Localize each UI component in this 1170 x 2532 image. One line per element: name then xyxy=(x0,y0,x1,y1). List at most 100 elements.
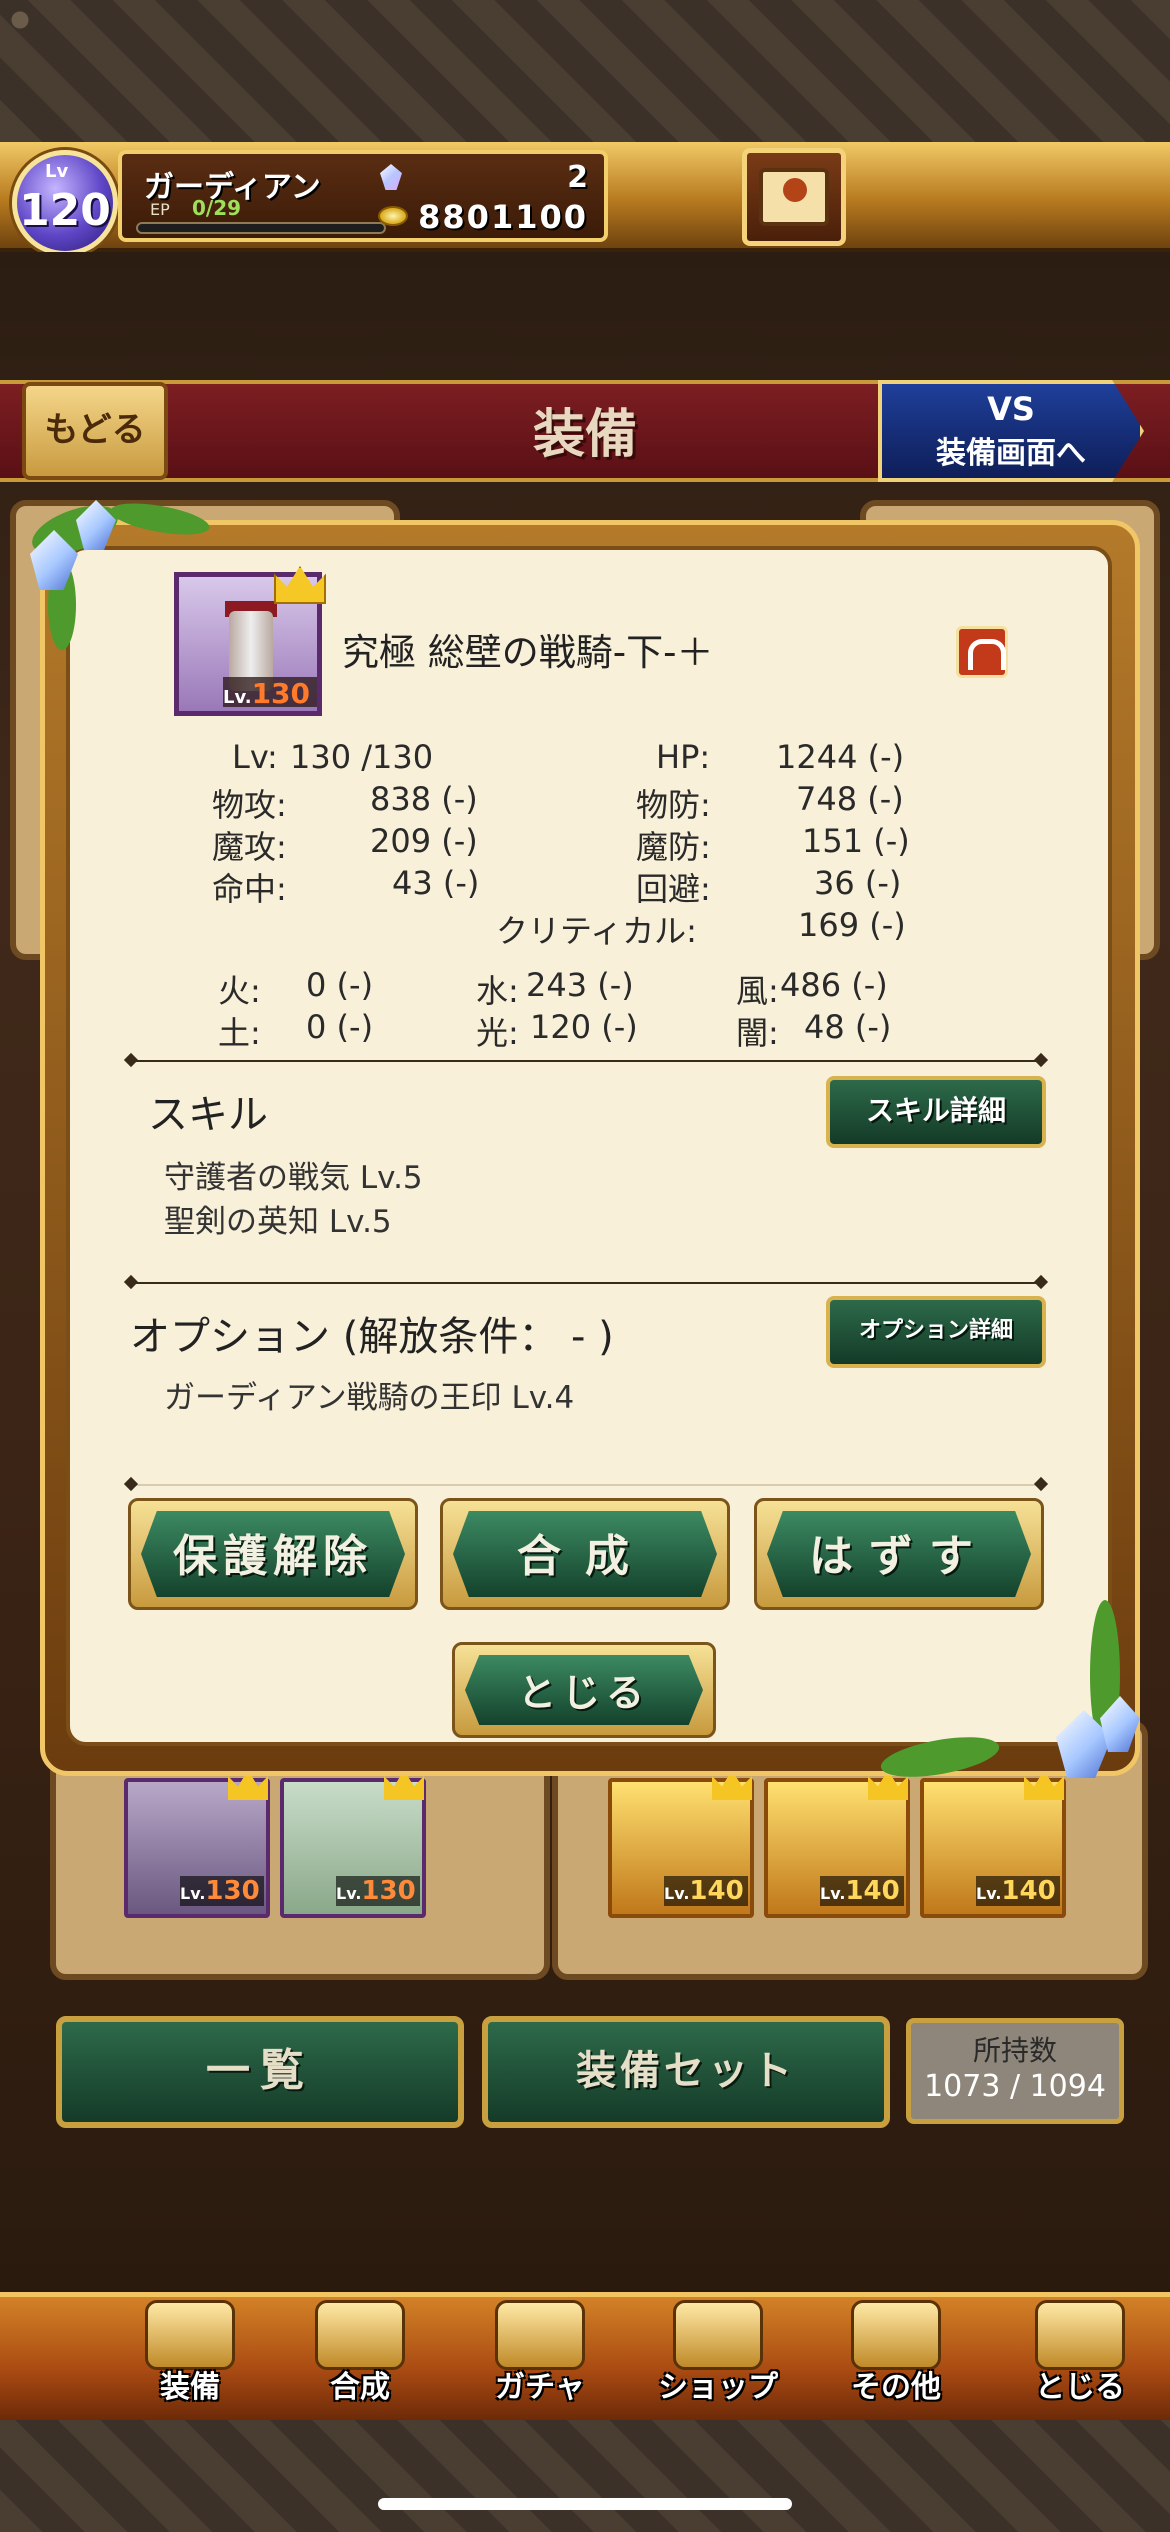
home-indicator[interactable] xyxy=(378,2498,792,2510)
card-level: Lv.140 xyxy=(820,1876,904,1906)
equipment-card[interactable]: Lv.140 xyxy=(608,1770,754,1918)
player-level: 120 xyxy=(19,185,111,236)
equipment-card[interactable]: Lv.140 xyxy=(764,1770,910,1918)
nav-shop[interactable]: ショップ xyxy=(628,2296,808,2420)
ep-label: EP xyxy=(150,200,170,219)
nav-synthesis[interactable]: 合成 xyxy=(270,2296,450,2420)
unprotect-button[interactable]: 保護解除 xyxy=(128,1498,418,1610)
element-water-value: 243 (-) xyxy=(526,966,634,1004)
stat-pdef-label: 物防: xyxy=(636,786,711,824)
synthesize-button[interactable]: 合成 xyxy=(440,1498,730,1610)
inventory-count: 所持数 1073 / 1094 xyxy=(906,2018,1124,2124)
skill-item: 守護者の戦気 Lv.5 xyxy=(164,1160,423,1196)
page-title: 装備 xyxy=(532,405,637,465)
item-level-value: 130 xyxy=(251,677,311,710)
stat-lv-value: 130 /130 xyxy=(290,738,434,776)
option-detail-button[interactable]: オプション詳細 xyxy=(826,1296,1046,1368)
card-level-value: 140 xyxy=(1001,1876,1056,1906)
item-level-prefix: Lv. xyxy=(223,687,252,708)
stat-mdef-value: 151 (-) xyxy=(802,822,910,860)
nav-label: 装備 xyxy=(160,2370,220,2405)
equipment-set-button[interactable]: 装備セット xyxy=(482,2016,890,2128)
section-divider xyxy=(134,1282,1038,1284)
card-level-prefix: Lv. xyxy=(336,1884,362,1903)
gem-count: 2 xyxy=(567,160,588,195)
vs-label: VS xyxy=(987,390,1035,428)
element-fire-label: 火: xyxy=(218,972,261,1010)
nav-equipment[interactable]: 装備 xyxy=(100,2296,280,2420)
card-level: Lv.140 xyxy=(664,1876,748,1906)
card-level: Lv.140 xyxy=(976,1876,1060,1906)
profile-book-icon xyxy=(759,168,829,226)
stat-hit-value: 43 (-) xyxy=(392,864,480,902)
synthesize-button-label: 合成 xyxy=(453,1511,717,1597)
stat-mdef-label: 魔防: xyxy=(636,828,711,866)
close-dialog-button[interactable]: とじる xyxy=(452,1642,716,1738)
nav-other[interactable]: その他 xyxy=(806,2296,986,2420)
stat-hit-label: 命中: xyxy=(212,870,287,908)
nav-label: ショップ xyxy=(658,2370,778,2405)
back-button[interactable]: もどる xyxy=(22,382,168,480)
section-divider xyxy=(134,1484,1038,1486)
element-wind-label: 風: xyxy=(736,972,779,1010)
card-level-value: 140 xyxy=(845,1876,900,1906)
equipment-card[interactable]: Lv.130 xyxy=(280,1770,426,1918)
stat-matk-label: 魔攻: xyxy=(212,828,287,866)
remove-button-label: はずす xyxy=(767,1511,1031,1597)
close-dialog-button-label: とじる xyxy=(465,1655,703,1725)
remove-button[interactable]: はずす xyxy=(754,1498,1044,1610)
ep-value: 0/29 xyxy=(192,196,242,220)
item-name: 究極 総壁の戦騎-下-＋ xyxy=(342,631,714,674)
hammer-icon xyxy=(315,2300,405,2370)
stat-crit-value: 169 (-) xyxy=(798,906,906,944)
equipment-card[interactable]: Lv.140 xyxy=(920,1770,1066,1918)
profile-book-button[interactable] xyxy=(742,148,846,246)
card-level-prefix: Lv. xyxy=(180,1884,206,1903)
level-badge: Lv 120 xyxy=(12,150,118,256)
stat-eva-label: 回避: xyxy=(636,870,711,908)
vs-equipment-screen-button[interactable]: VS 装備画面へ xyxy=(878,380,1144,482)
nav-label: とじる xyxy=(1035,2370,1125,2405)
element-earth-label: 土: xyxy=(218,1014,261,1052)
gear-icon xyxy=(851,2300,941,2370)
stat-crit-label: クリティカル: xyxy=(496,912,697,950)
gem-icon xyxy=(380,164,402,190)
equipment-card[interactable]: Lv.130 xyxy=(124,1770,270,1918)
ep-progress-bar xyxy=(136,222,386,234)
card-level: Lv.130 xyxy=(180,1876,264,1906)
crystal-shop-icon xyxy=(673,2300,763,2370)
stat-hp-label: HP: xyxy=(656,738,711,776)
stat-matk-value: 209 (-) xyxy=(370,822,478,860)
vs-sub-label: 装備画面へ xyxy=(936,436,1086,471)
card-level: Lv.130 xyxy=(336,1876,420,1906)
section-divider xyxy=(134,1060,1038,1062)
card-level-prefix: Lv. xyxy=(820,1884,846,1903)
equipment-icon xyxy=(145,2300,235,2370)
coin-icon xyxy=(378,206,408,226)
bottom-background-pattern xyxy=(0,2420,1170,2532)
level-prefix: Lv xyxy=(45,161,69,182)
nav-label: ガチャ xyxy=(495,2370,585,2405)
top-background-pattern xyxy=(0,0,1170,142)
inventory-count-value: 1073 / 1094 xyxy=(924,2069,1106,2104)
skill-item: 聖剣の英知 Lv.5 xyxy=(164,1204,392,1240)
card-level-value: 130 xyxy=(361,1876,416,1906)
option-section-title: オプション (解放条件： - ) xyxy=(130,1314,614,1360)
element-dark-value: 48 (-) xyxy=(804,1008,892,1046)
card-level-prefix: Lv. xyxy=(664,1884,690,1903)
nav-label: その他 xyxy=(851,2370,941,2405)
nav-close[interactable]: とじる xyxy=(990,2296,1170,2420)
gacha-card-icon xyxy=(495,2300,585,2370)
stat-lv-label: Lv: xyxy=(232,738,278,776)
stat-hp-value: 1244 (-) xyxy=(776,738,905,776)
list-button[interactable]: 一覧 xyxy=(56,2016,464,2128)
element-water-label: 水: xyxy=(476,972,519,1010)
leg-armor-type-icon xyxy=(956,626,1008,678)
coin-count: 8801100 xyxy=(418,198,588,236)
skill-detail-button[interactable]: スキル詳細 xyxy=(826,1076,1046,1148)
nav-gacha[interactable]: ガチャ xyxy=(450,2296,630,2420)
element-light-label: 光: xyxy=(476,1014,519,1052)
stat-pdef-value: 748 (-) xyxy=(796,780,904,818)
card-level-value: 130 xyxy=(205,1876,260,1906)
element-wind-value: 486 (-) xyxy=(780,966,888,1004)
